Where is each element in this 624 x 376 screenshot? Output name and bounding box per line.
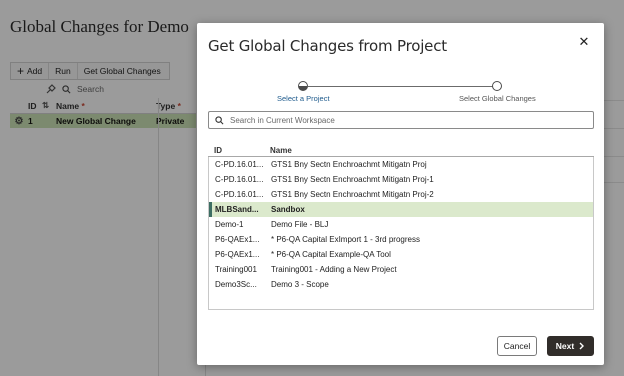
row-id: Training001 xyxy=(215,265,257,274)
workspace-search[interactable] xyxy=(208,111,594,129)
row-id: MLBSand... xyxy=(215,205,259,214)
row-name: GTS1 Bny Sectn Enchroachmt Mitigatn Proj… xyxy=(271,190,434,199)
step-indicator: Select a Project Select Global Changes xyxy=(197,81,604,111)
search-icon xyxy=(215,115,224,124)
row-id: C-PD.16.01... xyxy=(215,160,264,169)
close-icon[interactable]: ✕ xyxy=(576,34,592,50)
row-id: C-PD.16.01... xyxy=(215,175,264,184)
row-name: * P6-QA Capital ExImport 1 - 3rd progres… xyxy=(271,235,420,244)
step-1-dot[interactable] xyxy=(298,81,308,91)
step-2-label: Select Global Changes xyxy=(459,94,536,103)
get-global-changes-dialog: Get Global Changes from Project ✕ Select… xyxy=(197,23,604,365)
step-1-label: Select a Project xyxy=(277,94,330,103)
row-id: P6-QAEx1... xyxy=(215,235,260,244)
table-row[interactable]: C-PD.16.01... GTS1 Bny Sectn Enchroachmt … xyxy=(209,187,593,202)
table-row[interactable]: Training001 Training001 - Adding a New Pr… xyxy=(209,262,593,277)
table-row[interactable]: C-PD.16.01... GTS1 Bny Sectn Enchroachmt … xyxy=(209,172,593,187)
column-id[interactable]: ID xyxy=(208,146,266,155)
step-connector xyxy=(308,86,493,87)
table-row[interactable]: C-PD.16.01... GTS1 Bny Sectn Enchroachmt … xyxy=(209,157,593,172)
step-2-dot[interactable] xyxy=(492,81,502,91)
row-name: Demo 3 - Scope xyxy=(271,280,329,289)
row-name: GTS1 Bny Sectn Enchroachmt Mitigatn Proj… xyxy=(271,175,434,184)
row-name: Sandbox xyxy=(271,205,305,214)
column-name[interactable]: Name xyxy=(266,146,594,155)
project-table-body: C-PD.16.01... GTS1 Bny Sectn Enchroachmt … xyxy=(208,157,594,310)
row-id: Demo3Sc... xyxy=(215,280,257,289)
row-id: C-PD.16.01... xyxy=(215,190,264,199)
row-name: Training001 - Adding a New Project xyxy=(271,265,397,274)
row-name: Demo File - BLJ xyxy=(271,220,329,229)
search-input[interactable] xyxy=(230,115,570,125)
table-row-selected[interactable]: MLBSand... Sandbox xyxy=(209,202,593,217)
project-table-header: ID Name xyxy=(208,144,594,157)
cancel-button[interactable]: Cancel xyxy=(497,336,537,356)
row-name: * P6-QA Capital Example-QA Tool xyxy=(271,250,391,259)
table-row[interactable]: Demo3Sc... Demo 3 - Scope xyxy=(209,277,593,292)
table-row[interactable]: P6-QAEx1... * P6-QA Capital ExImport 1 - … xyxy=(209,232,593,247)
dialog-footer: Cancel Next xyxy=(197,327,604,365)
row-id: P6-QAEx1... xyxy=(215,250,260,259)
next-button[interactable]: Next xyxy=(547,336,594,356)
row-name: GTS1 Bny Sectn Enchroachmt Mitigatn Proj xyxy=(271,160,427,169)
table-row[interactable]: Demo-1 Demo File - BLJ xyxy=(209,217,593,232)
next-label: Next xyxy=(555,341,575,351)
chevron-right-icon xyxy=(579,342,585,350)
table-row[interactable]: P6-QAEx1... * P6-QA Capital Example-QA To… xyxy=(209,247,593,262)
project-table: ID Name C-PD.16.01... GTS1 Bny Sectn Ench… xyxy=(208,144,594,310)
dialog-title: Get Global Changes from Project xyxy=(208,37,447,55)
row-id: Demo-1 xyxy=(215,220,244,229)
